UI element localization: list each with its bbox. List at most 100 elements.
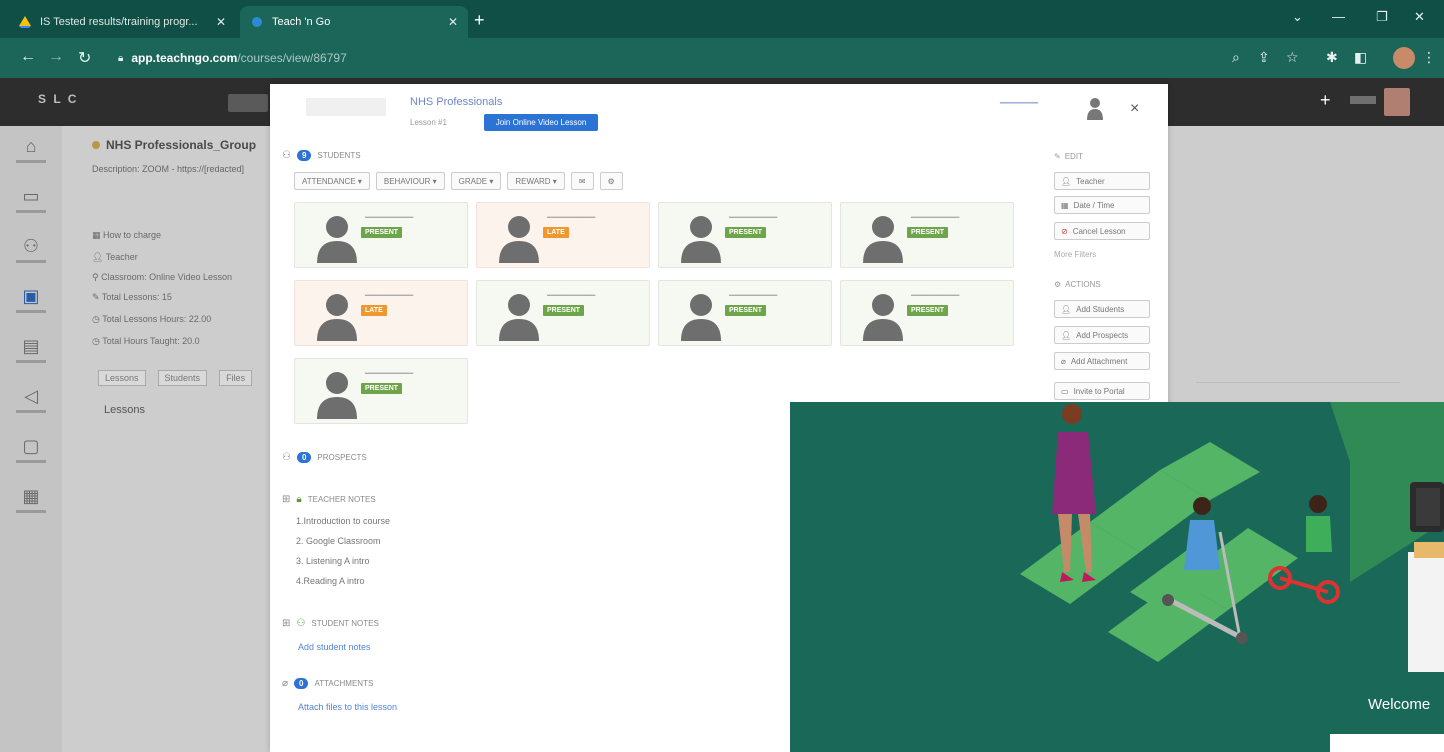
course-detail: ◷ Total Lessons Hours: 22.00 [92, 314, 212, 324]
lesson-date [306, 98, 386, 116]
sidebar-item-label [16, 510, 46, 513]
video-overlay[interactable]: Welcome [790, 402, 1444, 752]
sidebar-item-label [16, 410, 46, 413]
attendance-status-badge[interactable]: LATE [361, 305, 387, 316]
sidebar-item-settings[interactable]: ▦ [10, 486, 52, 513]
tab-lessons[interactable]: Lessons [98, 370, 146, 386]
forward-icon[interactable]: → [48, 48, 64, 66]
clock-icon: ◷ [92, 314, 103, 324]
zoom-icon[interactable]: ⌕ [1232, 49, 1240, 66]
add-prospects-button[interactable]: 👤︎ Add Prospects [1054, 326, 1150, 344]
avatar[interactable] [1384, 88, 1410, 116]
cancel-lesson-button[interactable]: ⊘ Cancel Lesson [1054, 222, 1150, 240]
teacher-button[interactable]: 👤︎ Teacher [1054, 172, 1150, 190]
extensions-icon[interactable]: ✱ [1326, 49, 1338, 66]
menu-dots-icon[interactable]: ⋮ [1422, 49, 1436, 66]
attach-files-link[interactable]: Attach files to this lesson [298, 702, 397, 712]
edit-icon: ✎ [1054, 152, 1061, 161]
brand-logo[interactable]: S L C [38, 92, 78, 106]
sidebar-item-billing[interactable]: ▤ [10, 336, 52, 363]
course-title: NHS Professionals_Group [92, 138, 256, 152]
teacher-notes-header: ⊞ 🔒︎ TEACHER NOTES [282, 494, 376, 505]
user-name[interactable] [1350, 96, 1376, 104]
student-name: ━━━━━━━━━━ [911, 213, 960, 222]
settings-button[interactable]: ⚙ [599, 172, 623, 190]
student-card[interactable]: ━━━━━━━━━━ PRESENT [840, 202, 1014, 268]
close-icon[interactable]: ✕ [448, 15, 458, 29]
paperclip-icon: ⌀ [282, 678, 289, 689]
students-section-header: ⚇ 9 STUDENTS [282, 150, 361, 161]
share-icon[interactable]: ⇪ [1258, 49, 1270, 66]
teacher-note-item: 4.Reading A intro [296, 576, 365, 586]
sidepanel-icon[interactable]: ◧ [1354, 49, 1367, 66]
people-icon: ⚇ [296, 618, 306, 629]
restore-icon[interactable]: ❐ [1376, 9, 1388, 25]
add-student-notes-link[interactable]: Add student notes [298, 642, 371, 652]
attendance-status-badge[interactable]: PRESENT [361, 383, 403, 394]
add-attachment-button[interactable]: ⌀ Add Attachment [1054, 352, 1150, 370]
student-card[interactable]: ━━━━━━━━━━ LATE [476, 202, 650, 268]
sidebar-item-users[interactable]: ⚇ [10, 236, 52, 263]
message-button[interactable]: ✉ [570, 172, 594, 190]
attendance-status-badge[interactable]: PRESENT [361, 227, 403, 238]
users-icon: ⚇ [282, 150, 291, 161]
search-input[interactable] [228, 94, 268, 112]
pencil-icon: ✎ [92, 292, 102, 302]
student-name: ━━━━━━━━━━ [365, 369, 414, 378]
course-color-dot [92, 141, 100, 149]
close-icon[interactable]: ✕ [216, 15, 226, 29]
student-card[interactable]: ━━━━━━━━━━ PRESENT [294, 202, 468, 268]
lesson-title[interactable]: NHS Professionals [410, 96, 502, 108]
tab-students[interactable]: Students [157, 370, 208, 386]
student-card[interactable]: ━━━━━━━━━━ PRESENT [658, 280, 832, 346]
signin-box[interactable] [1330, 734, 1444, 752]
bookmark-star-icon[interactable]: ☆ [1286, 49, 1299, 66]
reward-dropdown[interactable]: REWARD ▾ [507, 172, 565, 190]
add-students-button[interactable]: 👤︎ Add Students [1054, 300, 1150, 318]
browser-tab-active[interactable]: Teach 'n Go ✕ [240, 6, 468, 38]
student-card[interactable]: ━━━━━━━━━━ LATE [294, 280, 468, 346]
lesson-link[interactable]: ━━━━━━━ [1000, 98, 1038, 109]
profile-avatar[interactable] [1393, 47, 1415, 69]
attendance-status-badge[interactable]: PRESENT [725, 227, 767, 238]
close-icon[interactable]: × [1130, 100, 1139, 118]
date-time-button[interactable]: ▦ Date / Time [1054, 196, 1150, 214]
behaviour-dropdown[interactable]: BEHAVIOUR ▾ [375, 172, 445, 190]
sidebar-item-courses[interactable]: ▣ [10, 286, 52, 313]
attendance-dropdown[interactable]: ATTENDANCE ▾ [294, 172, 370, 190]
grade-dropdown[interactable]: GRADE ▾ [450, 172, 502, 190]
attendance-status-badge[interactable]: LATE [543, 227, 569, 238]
new-tab-icon[interactable]: + [474, 10, 485, 31]
minimize-icon[interactable]: — [1332, 9, 1345, 24]
invite-to-portal-button[interactable]: ▭ Invite to Portal [1054, 382, 1150, 400]
more-filters-link[interactable]: More Filters [1054, 250, 1096, 259]
sidebar-item-reports[interactable]: ▢ [10, 436, 52, 463]
users-icon: ⚇ [282, 452, 291, 463]
student-card[interactable]: ━━━━━━━━━━ PRESENT [658, 202, 832, 268]
back-icon[interactable]: ← [20, 48, 36, 66]
tab-title: IS Tested results/training progr... [40, 16, 198, 28]
attendance-status-badge[interactable]: PRESENT [725, 305, 767, 316]
user-icon: 👤︎ [1061, 176, 1072, 186]
attendance-status-badge[interactable]: PRESENT [543, 305, 585, 316]
settings-icon: ▦ [22, 486, 40, 506]
add-icon[interactable]: + [1320, 90, 1331, 111]
student-card[interactable]: ━━━━━━━━━━ PRESENT [840, 280, 1014, 346]
teacher-avatar-icon [1087, 98, 1103, 120]
chevron-down-icon[interactable]: ⌄ [1292, 9, 1303, 25]
url-input[interactable]: 🔒︎ app.teachngo.com /courses/view/86797 [110, 45, 1220, 71]
sidebar-item-calendar[interactable]: ▭ [10, 186, 52, 213]
course-detail: ✎ Total Lessons: 15 [92, 292, 172, 302]
attendance-status-badge[interactable]: PRESENT [907, 305, 949, 316]
window-close-icon[interactable]: ✕ [1414, 9, 1425, 25]
student-card[interactable]: ━━━━━━━━━━ PRESENT [294, 358, 468, 424]
users-icon: ⚇ [22, 236, 40, 256]
join-video-lesson-button[interactable]: Join Online Video Lesson [484, 114, 598, 131]
browser-tab-inactive[interactable]: IS Tested results/training progr... ✕ [8, 6, 236, 38]
tab-files[interactable]: Files [219, 370, 253, 386]
sidebar-item-home[interactable]: ⌂ [10, 136, 52, 163]
sidebar-item-marketing[interactable]: ◁ [10, 386, 52, 413]
student-card[interactable]: ━━━━━━━━━━ PRESENT [476, 280, 650, 346]
reload-icon[interactable]: ↻ [78, 48, 91, 68]
attendance-status-badge[interactable]: PRESENT [907, 227, 949, 238]
